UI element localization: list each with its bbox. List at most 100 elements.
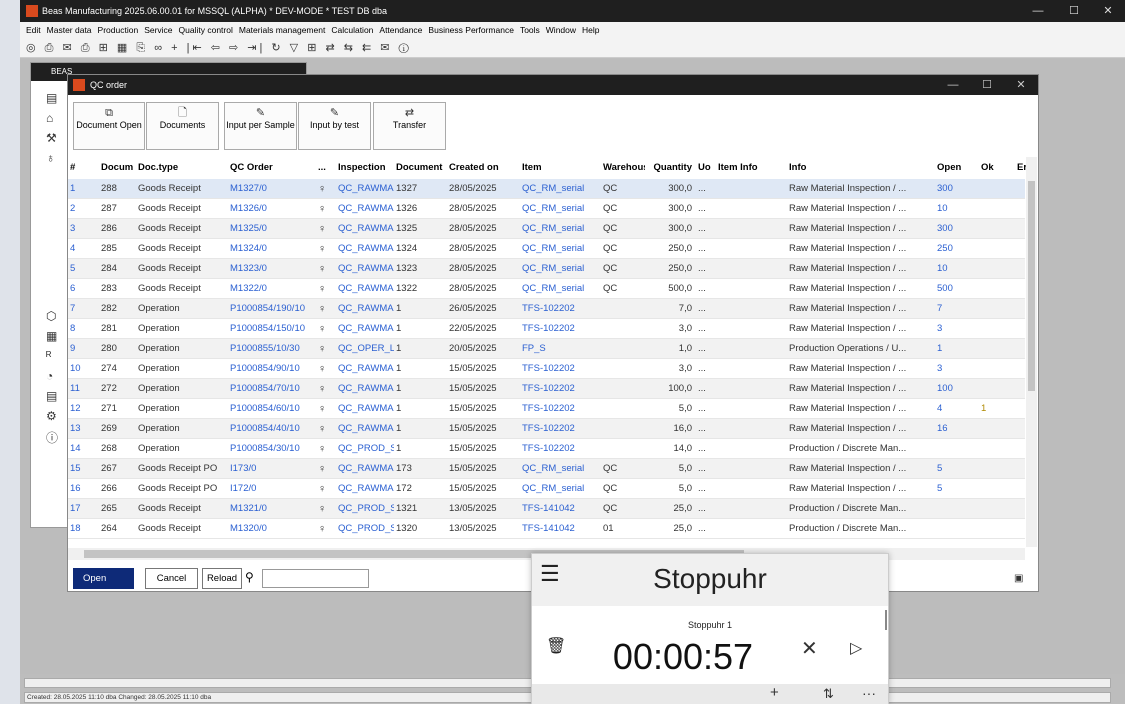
table-cell[interactable]: P1000854/40/10 [230,419,316,439]
column-header[interactable]: Item Info [718,157,786,179]
table-cell[interactable]: M1327/0 [230,179,316,199]
menu-item[interactable]: Quality control [179,25,233,35]
table-row[interactable]: ♀ 1 288 Goods Receipt M1327/0 QC_RAWMA 1327 28/… [68,179,1025,199]
table-cell[interactable]: QC_PROD_S [338,499,394,519]
quality-icon[interactable]: ♀ [318,299,336,319]
column-header[interactable]: Created on [449,157,519,179]
reset-icon[interactable]: ✕ [801,636,818,661]
reload-button[interactable]: Reload [202,568,242,589]
table-cell[interactable]: QC_RM_serial [522,219,600,239]
table-row[interactable]: ♀ 18 264 Goods Receipt M1320/0 QC_PROD_S 1320 1… [68,519,1025,539]
table-cell[interactable]: QC_RM_serial [522,259,600,279]
table-row[interactable]: ♀ 7 282 Operation P1000854/190/10 QC_RAWMA 1 26… [68,299,1025,319]
table-cell[interactable]: TFS-102202 [522,419,600,439]
column-header[interactable]: Item [522,157,600,179]
column-header[interactable]: Open [937,157,977,179]
quality-icon[interactable]: ♀ [318,339,336,359]
quality-icon[interactable]: ♀ [318,219,336,239]
table-cell[interactable]: TFS-141042 [522,499,600,519]
table-row[interactable]: ♀ 15 267 Goods Receipt PO I173/0 QC_RAWMA 173 1… [68,459,1025,479]
menu-item[interactable]: Edit [26,25,41,35]
quality-icon[interactable]: ♀ [318,319,336,339]
table-cell[interactable]: QC_RAWMA [338,279,394,299]
table-cell[interactable]: QC_PROD_S [338,439,394,459]
add-icon[interactable]: + [770,684,779,701]
table-cell[interactable]: P1000854/190/10 [230,299,316,319]
table-cell[interactable]: QC_RAWMA [338,219,394,239]
table-cell[interactable]: TFS-102202 [522,399,600,419]
table-cell[interactable]: QC_RAWMA [338,379,394,399]
table-row[interactable]: ♀ 13 269 Operation P1000854/40/10 QC_RAWMA 1 15… [68,419,1025,439]
table-row[interactable]: ♀ 11 272 Operation P1000854/70/10 QC_RAWMA 1 15… [68,379,1025,399]
table-cell[interactable]: P1000854/150/10 [230,319,316,339]
quality-icon[interactable]: ♀ [318,519,336,539]
table-cell[interactable]: QC_RAWMA [338,299,394,319]
table-cell[interactable]: QC_RM_serial [522,199,600,219]
quality-icon[interactable]: ♀ [318,439,336,459]
qc-maximize-button[interactable]: ☐ [970,75,1004,95]
table-cell[interactable]: TFS-141042 [522,519,600,539]
table-cell[interactable]: QC_RAWMA [338,319,394,339]
quality-icon[interactable]: ♀ [318,479,336,499]
document-open-button[interactable]: ⧉ Document Open [73,102,145,150]
cancel-button[interactable]: Cancel [145,568,198,589]
vertical-scrollbar-thumb[interactable] [1028,181,1035,391]
table-cell[interactable]: P1000854/30/10 [230,439,316,459]
table-cell[interactable]: QC_RM_serial [522,459,600,479]
sort-icon[interactable]: ⇅ [823,686,834,702]
quality-icon[interactable]: ♀ [318,259,336,279]
table-row[interactable]: ♀ 9 280 Operation P1000855/10/30 QC_OPER_L 1 20… [68,339,1025,359]
column-header[interactable]: Docum [101,157,137,179]
menu-item[interactable]: Calculation [331,25,373,35]
table-row[interactable]: ♀ 5 284 Goods Receipt M1323/0 QC_RAWMA 1323 28/… [68,259,1025,279]
table-cell[interactable]: QC_OPER_L [338,339,394,359]
quality-icon[interactable]: ♀ [318,379,336,399]
table-cell[interactable]: I172/0 [230,479,316,499]
table-row[interactable]: ♀ 10 274 Operation P1000854/90/10 QC_RAWMA 1 15… [68,359,1025,379]
table-row[interactable]: ♀ 6 283 Goods Receipt M1322/0 QC_RAWMA 1322 28/… [68,279,1025,299]
table-cell[interactable]: P1000854/90/10 [230,359,316,379]
column-header[interactable]: Inspection [338,157,394,179]
minimize-button[interactable]: — [1020,0,1056,22]
table-cell[interactable]: M1323/0 [230,259,316,279]
layout-icon[interactable]: ▣ [1014,573,1023,584]
table-cell[interactable]: QC_RAWMA [338,479,394,499]
menu-item[interactable]: Help [582,25,599,35]
table-cell[interactable]: QC_RAWMA [338,199,394,219]
search-input[interactable] [262,569,369,588]
column-header[interactable]: Uo [698,157,716,179]
table-cell[interactable]: M1326/0 [230,199,316,219]
table-cell[interactable]: M1320/0 [230,519,316,539]
stopwatch-card[interactable]: 🗑 Stoppuhr 1 00:00:57 ✕ ▷ [532,606,888,684]
table-row[interactable]: ♀ 12 271 Operation P1000854/60/10 QC_RAWMA 1 15… [68,399,1025,419]
table-cell[interactable]: P1000854/70/10 [230,379,316,399]
table-cell[interactable]: FP_S [522,339,600,359]
qc-minimize-button[interactable]: — [936,75,970,95]
more-icon[interactable]: ··· [862,685,876,701]
documents-button[interactable]: 🗋 Documents [146,102,219,150]
table-cell[interactable]: QC_RAWMA [338,459,394,479]
quality-icon[interactable]: ♀ [318,419,336,439]
table-cell[interactable]: QC_RM_serial [522,179,600,199]
table-cell[interactable]: TFS-102202 [522,439,600,459]
quality-icon[interactable]: ♀ [318,359,336,379]
table-cell[interactable]: QC_RAWMA [338,419,394,439]
table-row[interactable]: ♀ 17 265 Goods Receipt M1321/0 QC_PROD_S 1321 1… [68,499,1025,519]
quality-icon[interactable]: ♀ [318,199,336,219]
menu-item[interactable]: Master data [47,25,92,35]
qc-close-button[interactable]: ✕ [1004,75,1038,95]
quality-icon[interactable]: ♀ [318,399,336,419]
menu-item[interactable]: Business Performance [428,25,514,35]
table-cell[interactable]: M1321/0 [230,499,316,519]
vertical-scrollbar[interactable] [1026,157,1037,547]
table-row[interactable]: ♀ 3 286 Goods Receipt M1325/0 QC_RAWMA 1325 28/… [68,219,1025,239]
column-header[interactable]: Ok [981,157,1011,179]
maximize-button[interactable]: ☐ [1056,0,1092,22]
input-by-test-button[interactable]: ✎ Input by test [298,102,371,150]
table-cell[interactable]: P1000854/60/10 [230,399,316,419]
column-header[interactable]: Doc.type [138,157,230,179]
column-header[interactable]: ... [318,157,336,179]
table-cell[interactable]: TFS-102202 [522,359,600,379]
quality-icon[interactable]: ♀ [318,499,336,519]
column-header[interactable]: Info [789,157,935,179]
